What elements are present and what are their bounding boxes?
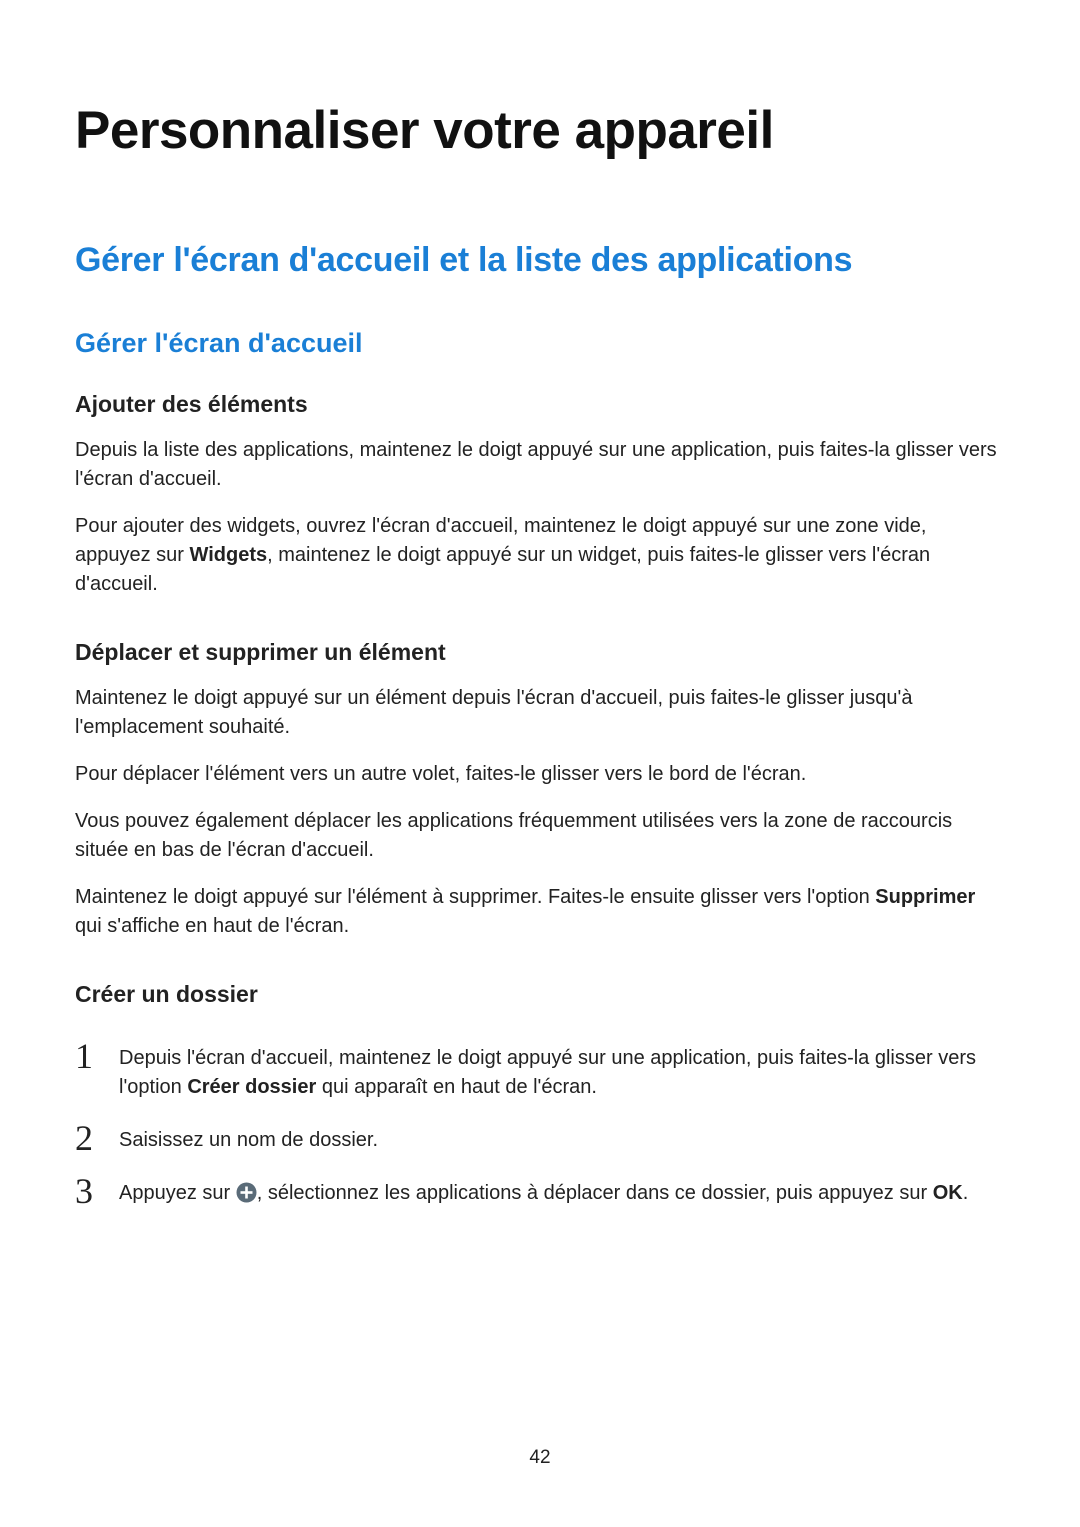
block1-p2: Pour ajouter des widgets, ouvrez l'écran… <box>75 512 1005 599</box>
block-create-folder: Créer un dossier 1 Depuis l'écran d'accu… <box>75 981 1005 1208</box>
block1-heading: Ajouter des éléments <box>75 391 1005 418</box>
block-move-delete: Déplacer et supprimer un élément Mainten… <box>75 639 1005 941</box>
block2-p1: Maintenez le doigt appuyé sur un élément… <box>75 684 1005 742</box>
step1-b: qui apparaît en haut de l'écran. <box>316 1076 597 1098</box>
section-heading: Gérer l'écran d'accueil et la liste des … <box>75 241 1005 280</box>
block1-p2-bold: Widgets <box>190 544 268 566</box>
subsection-heading: Gérer l'écran d'accueil <box>75 328 1005 359</box>
step3-bold: OK <box>933 1182 963 1204</box>
block2-heading: Déplacer et supprimer un élément <box>75 639 1005 666</box>
step-text-3: Appuyez sur , sélectionnez les applicati… <box>119 1179 1005 1208</box>
block2-p4a: Maintenez le doigt appuyé sur l'élément … <box>75 886 875 908</box>
step3-a: Appuyez sur <box>119 1182 236 1204</box>
block2-p3: Vous pouvez également déplacer les appli… <box>75 807 1005 865</box>
step-number-2: 2 <box>75 1120 103 1156</box>
step-number-1: 1 <box>75 1038 103 1074</box>
block2-p4b: qui s'affiche en haut de l'écran. <box>75 915 349 937</box>
page-number: 42 <box>0 1447 1080 1469</box>
step1-bold: Créer dossier <box>187 1076 316 1098</box>
step-text-1: Depuis l'écran d'accueil, maintenez le d… <box>119 1044 1005 1102</box>
page-title: Personnaliser votre appareil <box>75 100 1005 161</box>
block-add-elements: Ajouter des éléments Depuis la liste des… <box>75 391 1005 599</box>
step-text-2: Saisissez un nom de dossier. <box>119 1126 1005 1155</box>
step3-c: . <box>963 1182 969 1204</box>
step3-b: , sélectionnez les applications à déplac… <box>257 1182 933 1204</box>
block1-p1: Depuis la liste des applications, mainte… <box>75 436 1005 494</box>
block2-p4-bold: Supprimer <box>875 886 975 908</box>
plus-circle-icon <box>236 1182 257 1203</box>
step-number-3: 3 <box>75 1173 103 1209</box>
step-row-1: 1 Depuis l'écran d'accueil, maintenez le… <box>75 1034 1005 1102</box>
step-row-2: 2 Saisissez un nom de dossier. <box>75 1116 1005 1155</box>
block3-heading: Créer un dossier <box>75 981 1005 1008</box>
step-row-3: 3 Appuyez sur , sélectionnez les applica… <box>75 1169 1005 1208</box>
block2-p2: Pour déplacer l'élément vers un autre vo… <box>75 760 1005 789</box>
block2-p4: Maintenez le doigt appuyé sur l'élément … <box>75 883 1005 941</box>
